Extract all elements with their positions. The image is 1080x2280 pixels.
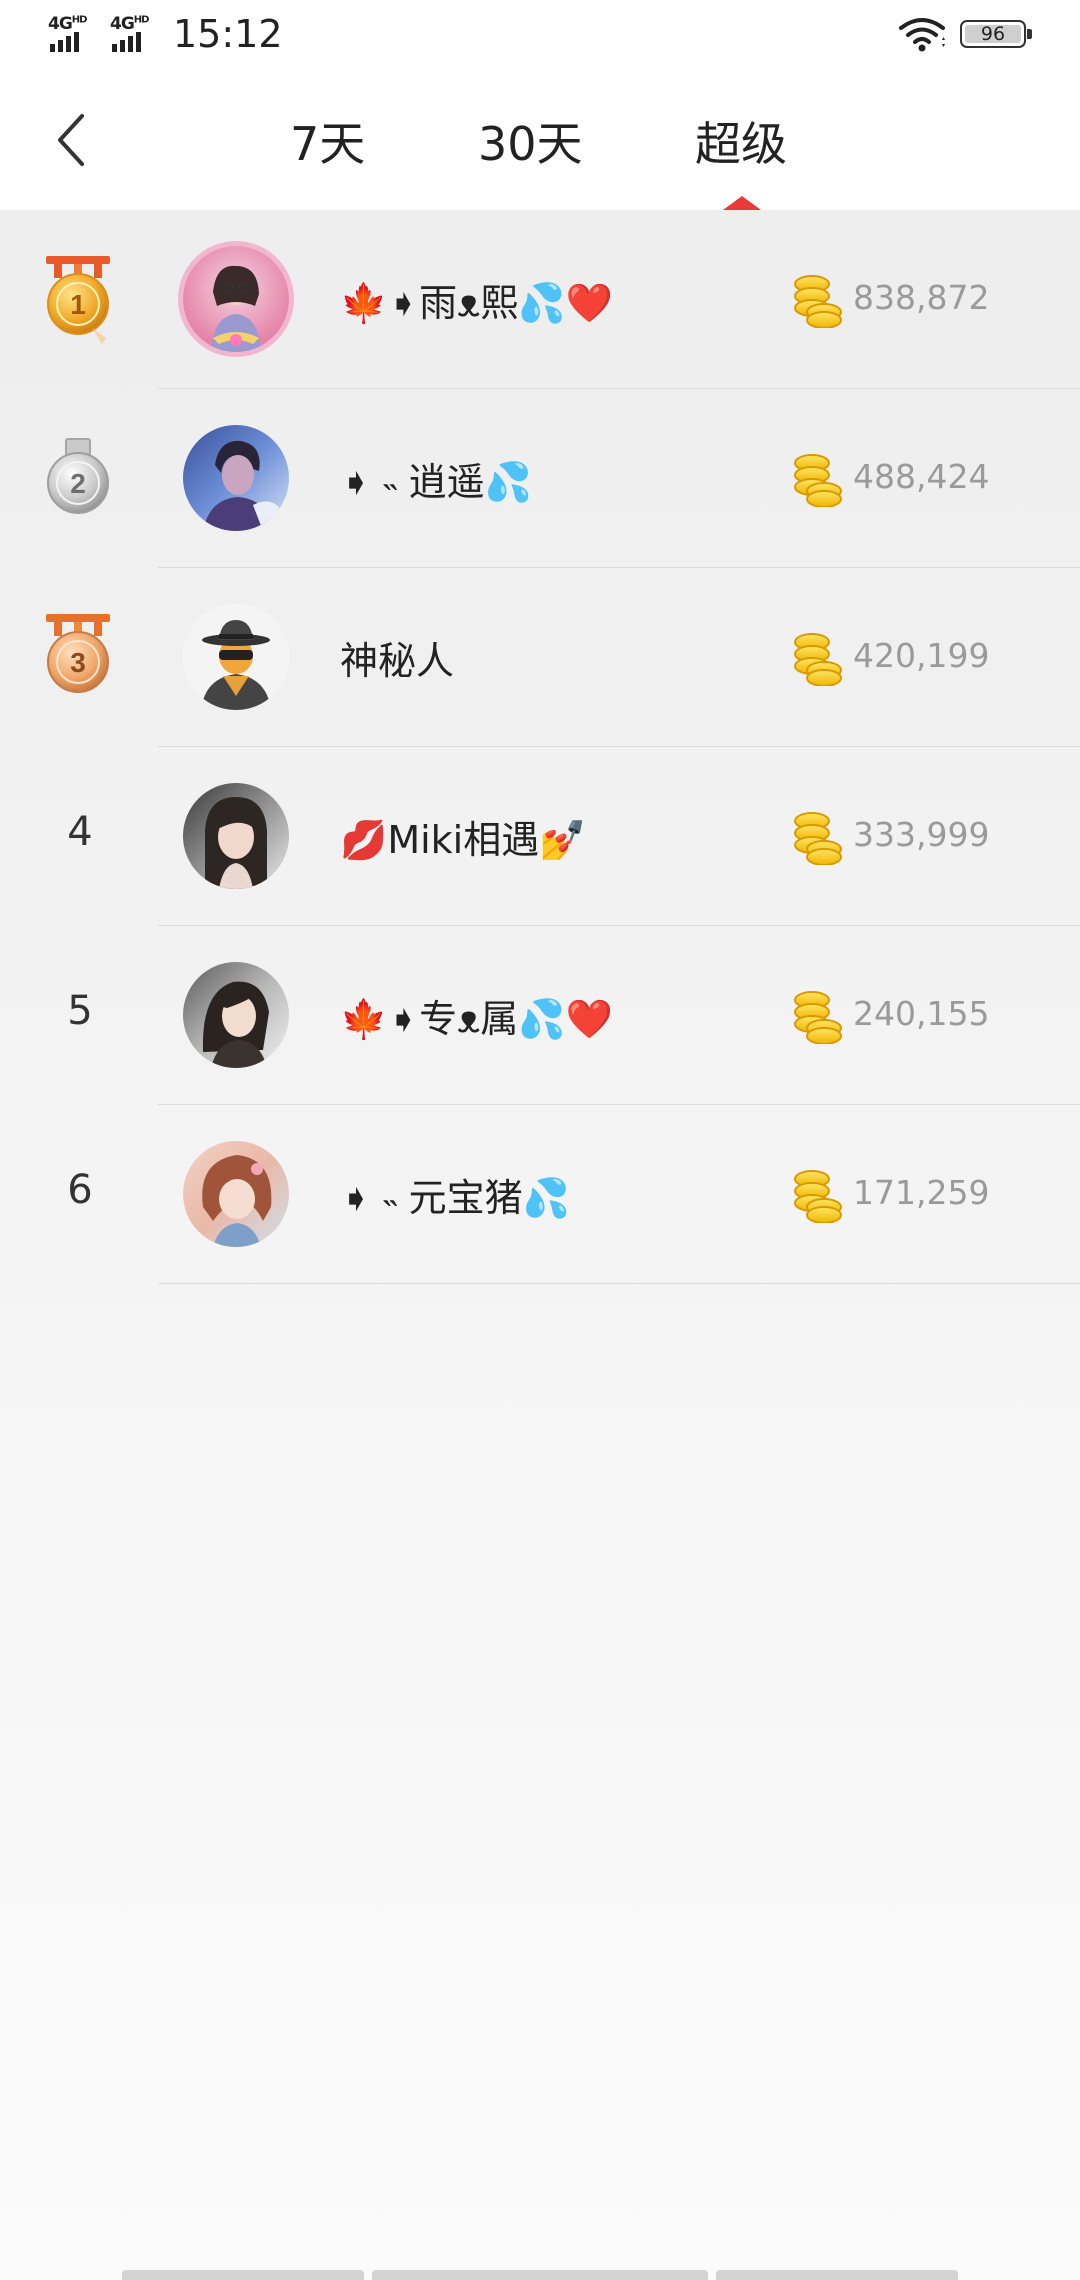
svg-text:2: 2 (70, 468, 86, 499)
cellular-signal-icon: 4GHD (48, 14, 104, 54)
coin-stack-icon (794, 1170, 842, 1223)
avatar[interactable] (183, 246, 289, 352)
user-name: 神秘人 (340, 639, 455, 683)
ranking-list: 1 🍁➧雨ᴥ熙💦❤️ 838,872 2 ➧ ˵ 逍遥💦 488,424 3 神… (0, 210, 1080, 1284)
ranking-row[interactable]: 3 神秘人 420,199 (0, 568, 1080, 747)
ranking-row[interactable]: 6 ➧ ˵ 元宝猪💦 171,259 (0, 1105, 1080, 1284)
coin-count: 420,199 (853, 636, 990, 675)
rank-number: 5 (67, 988, 93, 1034)
tab-super[interactable]: 超级 (695, 108, 787, 174)
tab-30-days[interactable]: 30天 (478, 108, 583, 174)
status-bar: 4GHD 4GHD 15:12 96 (0, 0, 1080, 72)
user-name: ➧ ˵ 元宝猪💦 (340, 1176, 570, 1220)
coin-stack-icon (794, 812, 842, 865)
avatar[interactable] (183, 1141, 289, 1247)
coin-count: 838,872 (853, 278, 990, 317)
coin-stack-icon (794, 991, 842, 1044)
battery-level: 96 (980, 23, 1006, 45)
user-name: 🍁➧雨ᴥ熙💦❤️ (340, 281, 613, 325)
wifi-icon (899, 18, 945, 52)
coin-count: 333,999 (853, 815, 990, 854)
ranking-row[interactable]: 5 🍁➧专ᴥ属💦❤️ 240,155 (0, 926, 1080, 1105)
mystery-user-avatar[interactable] (183, 604, 289, 710)
silver-medal-icon: 2 (47, 438, 109, 514)
ranking-row[interactable]: 1 🍁➧雨ᴥ熙💦❤️ 838,872 (0, 210, 1080, 389)
rank-number: 6 (67, 1167, 93, 1213)
avatar[interactable] (183, 962, 289, 1068)
active-tab-indicator (723, 196, 761, 210)
bottom-nav-bar (716, 2270, 958, 2280)
coin-stack-icon (794, 275, 842, 328)
coin-stack-icon (794, 454, 842, 507)
user-name: 🍁➧专ᴥ属💦❤️ (340, 997, 613, 1041)
svg-text:1: 1 (70, 289, 86, 320)
coin-count: 488,424 (853, 457, 990, 496)
bottom-nav-bar (372, 2270, 708, 2280)
rank-number: 4 (67, 809, 93, 855)
gold-medal-icon: 1 (46, 256, 110, 344)
svg-text:3: 3 (70, 647, 86, 678)
bronze-medal-icon: 3 (46, 614, 110, 693)
user-name: ➧ ˵ 逍遥💦 (340, 460, 532, 504)
ranking-row[interactable]: 4 💋Miki相遇💅 333,999 (0, 747, 1080, 926)
ranking-row[interactable]: 2 ➧ ˵ 逍遥💦 488,424 (0, 389, 1080, 568)
tab-header: 7天 30天 超级 (0, 72, 1080, 210)
user-name: 💋Miki相遇💅 (340, 818, 587, 862)
coin-stack-icon (794, 633, 842, 686)
tab-7-days[interactable]: 7天 (290, 108, 365, 174)
cellular-signal-icon: 4GHD (110, 14, 166, 54)
back-button[interactable] (52, 110, 102, 170)
battery-indicator: 96 (960, 20, 1032, 48)
coin-count: 240,155 (853, 994, 990, 1033)
status-time: 15:12 (173, 12, 283, 56)
coin-count: 171,259 (853, 1173, 990, 1212)
avatar[interactable] (183, 783, 289, 889)
avatar[interactable] (183, 425, 289, 531)
bottom-nav-bar (122, 2270, 364, 2280)
